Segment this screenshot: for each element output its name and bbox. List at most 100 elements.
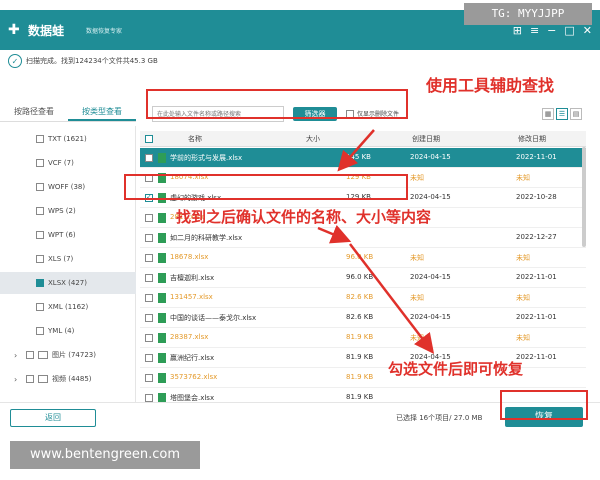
checkbox[interactable]	[36, 231, 44, 239]
select-all-checkbox[interactable]	[145, 135, 153, 143]
col-modified[interactable]: 修改日期	[518, 134, 546, 144]
sidebar-item-label: XML (1162)	[48, 303, 89, 311]
row-checkbox[interactable]	[145, 354, 153, 362]
sidebar-item-label: YML (4)	[48, 327, 75, 335]
cell-size: 81.9 KB	[346, 333, 374, 341]
cell-size: 81.9 KB	[346, 353, 374, 361]
row-checkbox[interactable]	[145, 234, 153, 242]
scan-status: ✓ 扫描完成。找到124234个文件共45.3 GB	[8, 48, 158, 74]
table-row[interactable]: 吉檀迦利.xlsx 96.0 KB 2024-04-15 2022-11-01	[140, 268, 586, 288]
close-icon[interactable]: ✕	[583, 24, 592, 37]
app-subtitle: 数据恢复专家	[86, 28, 123, 35]
cell-name: 131457.xlsx	[170, 293, 213, 301]
cell-name: 吉檀迦利.xlsx	[170, 274, 215, 282]
row-checkbox[interactable]	[145, 254, 153, 262]
sidebar-item-label: WOFF (38)	[48, 183, 86, 191]
tab-by-path[interactable]: 按路径查看	[0, 102, 68, 121]
sidebar-item-xls[interactable]: XLS (7)	[0, 248, 136, 270]
excel-file-icon	[158, 153, 166, 163]
check-circle-icon: ✓	[8, 54, 22, 68]
cell-name: 中国的谈话——泰戈尔.xlsx	[170, 314, 257, 322]
row-checkbox[interactable]	[145, 214, 153, 222]
table-header: 名称 大小 创建日期 修改日期	[140, 131, 586, 147]
annotation-search-hint: 使用工具辅助查找	[426, 76, 555, 95]
sidebar-item-txt[interactable]: TXT (1621)	[0, 128, 136, 150]
table-row[interactable]: 18678.xlsx 96.0 KB 未知 未知	[140, 248, 586, 268]
checkbox[interactable]	[36, 135, 44, 143]
row-checkbox[interactable]	[145, 334, 153, 342]
cell-size: 81.9 KB	[346, 393, 374, 401]
checkbox[interactable]	[36, 327, 44, 335]
sidebar-item-label: VCF (7)	[48, 159, 74, 167]
row-checkbox[interactable]	[145, 154, 153, 162]
checkbox[interactable]	[36, 207, 44, 215]
checkbox[interactable]	[36, 159, 44, 167]
chevron-right-icon[interactable]: ›	[14, 351, 24, 360]
sidebar-item-xlsx[interactable]: XLSX (427)	[0, 272, 136, 294]
scrollbar[interactable]	[582, 147, 586, 247]
video-folder-icon	[38, 375, 48, 383]
col-name[interactable]: 名称	[188, 134, 202, 144]
window-controls: ⊞ ≡ − □ ✕	[513, 24, 592, 37]
excel-file-icon	[158, 293, 166, 303]
sidebar-item-vcf[interactable]: VCF (7)	[0, 152, 136, 174]
watermark-url: www.bentengreen.com	[10, 441, 200, 469]
view-tabs: 按路径查看 按类型查看	[0, 102, 136, 122]
checkbox[interactable]	[36, 303, 44, 311]
table-row[interactable]: 如二月的科研教学.xlsx 2022-12-27	[140, 228, 586, 248]
cell-size: 145 KB	[346, 153, 371, 161]
grid-view-icon[interactable]: ▦	[542, 108, 554, 120]
checkbox[interactable]	[26, 351, 34, 359]
list-view-icon[interactable]: ☰	[556, 108, 568, 120]
cell-created: 2024-04-15	[410, 273, 451, 281]
checkbox[interactable]	[36, 183, 44, 191]
sidebar-folder-images[interactable]: › 图片 (74723)	[0, 344, 136, 366]
row-checkbox[interactable]	[145, 314, 153, 322]
sidebar-item-label: WPS (2)	[48, 207, 76, 215]
cell-modified: 未知	[516, 174, 530, 182]
table-row[interactable]: 学前的形式与发展.xlsx 145 KB 2024-04-15 2022-11-01	[140, 148, 586, 168]
back-button[interactable]: 返回	[10, 409, 96, 427]
row-checkbox[interactable]	[145, 274, 153, 282]
table-row[interactable]: 中国的谈话——泰戈尔.xlsx 82.6 KB 2024-04-15 2022-11-…	[140, 308, 586, 328]
checkbox[interactable]	[36, 279, 44, 287]
annotation-recover-hint: 勾选文件后即可恢复	[388, 360, 524, 378]
cell-size: 82.6 KB	[346, 313, 374, 321]
cell-name: 28387.xlsx	[170, 333, 209, 341]
chevron-right-icon[interactable]: ›	[14, 375, 24, 384]
sidebar-item-wps[interactable]: WPS (2)	[0, 200, 136, 222]
cell-created: 2024-04-15	[410, 153, 451, 161]
sidebar-item-wpt[interactable]: WPT (6)	[0, 224, 136, 246]
table-row[interactable]: 131457.xlsx 82.6 KB 未知 未知	[140, 288, 586, 308]
cell-modified: 2022-11-01	[516, 273, 557, 281]
tab-by-type[interactable]: 按类型查看	[68, 102, 136, 121]
sidebar-folder-videos[interactable]: › 视频 (4485)	[0, 368, 136, 390]
col-created[interactable]: 创建日期	[412, 134, 440, 144]
row-checkbox[interactable]	[145, 294, 153, 302]
cell-size: 96.0 KB	[346, 273, 374, 281]
menu-icon[interactable]: ≡	[530, 24, 539, 37]
cell-name: 赢洲纪行.xlsx	[170, 354, 215, 362]
image-folder-icon	[38, 351, 48, 359]
detail-view-icon[interactable]: ▤	[570, 108, 582, 120]
sidebar: TXT (1621) VCF (7) WOFF (38) WPS (2) WPT…	[0, 126, 136, 402]
sidebar-item-xml[interactable]: XML (1162)	[0, 296, 136, 318]
checkbox[interactable]	[26, 375, 34, 383]
maximize-icon[interactable]: □	[564, 24, 574, 37]
excel-file-icon	[158, 353, 166, 363]
table-row[interactable]: 28387.xlsx 81.9 KB 未知 未知	[140, 328, 586, 348]
row-checkbox[interactable]	[145, 394, 153, 402]
sidebar-item-yml[interactable]: YML (4)	[0, 320, 136, 342]
cell-created: 2024-04-15	[410, 193, 451, 201]
sidebar-item-woff[interactable]: WOFF (38)	[0, 176, 136, 198]
col-size[interactable]: 大小	[306, 134, 320, 144]
excel-file-icon	[158, 313, 166, 323]
row-checkbox[interactable]	[145, 374, 153, 382]
cell-name: 如二月的科研教学.xlsx	[170, 234, 243, 242]
cell-created: 未知	[410, 174, 424, 182]
checkbox[interactable]	[36, 255, 44, 263]
cell-created: 2024-04-15	[410, 313, 451, 321]
feedback-icon[interactable]: ⊞	[513, 24, 522, 37]
cell-created: 未知	[410, 254, 424, 262]
minimize-icon[interactable]: −	[547, 24, 556, 37]
